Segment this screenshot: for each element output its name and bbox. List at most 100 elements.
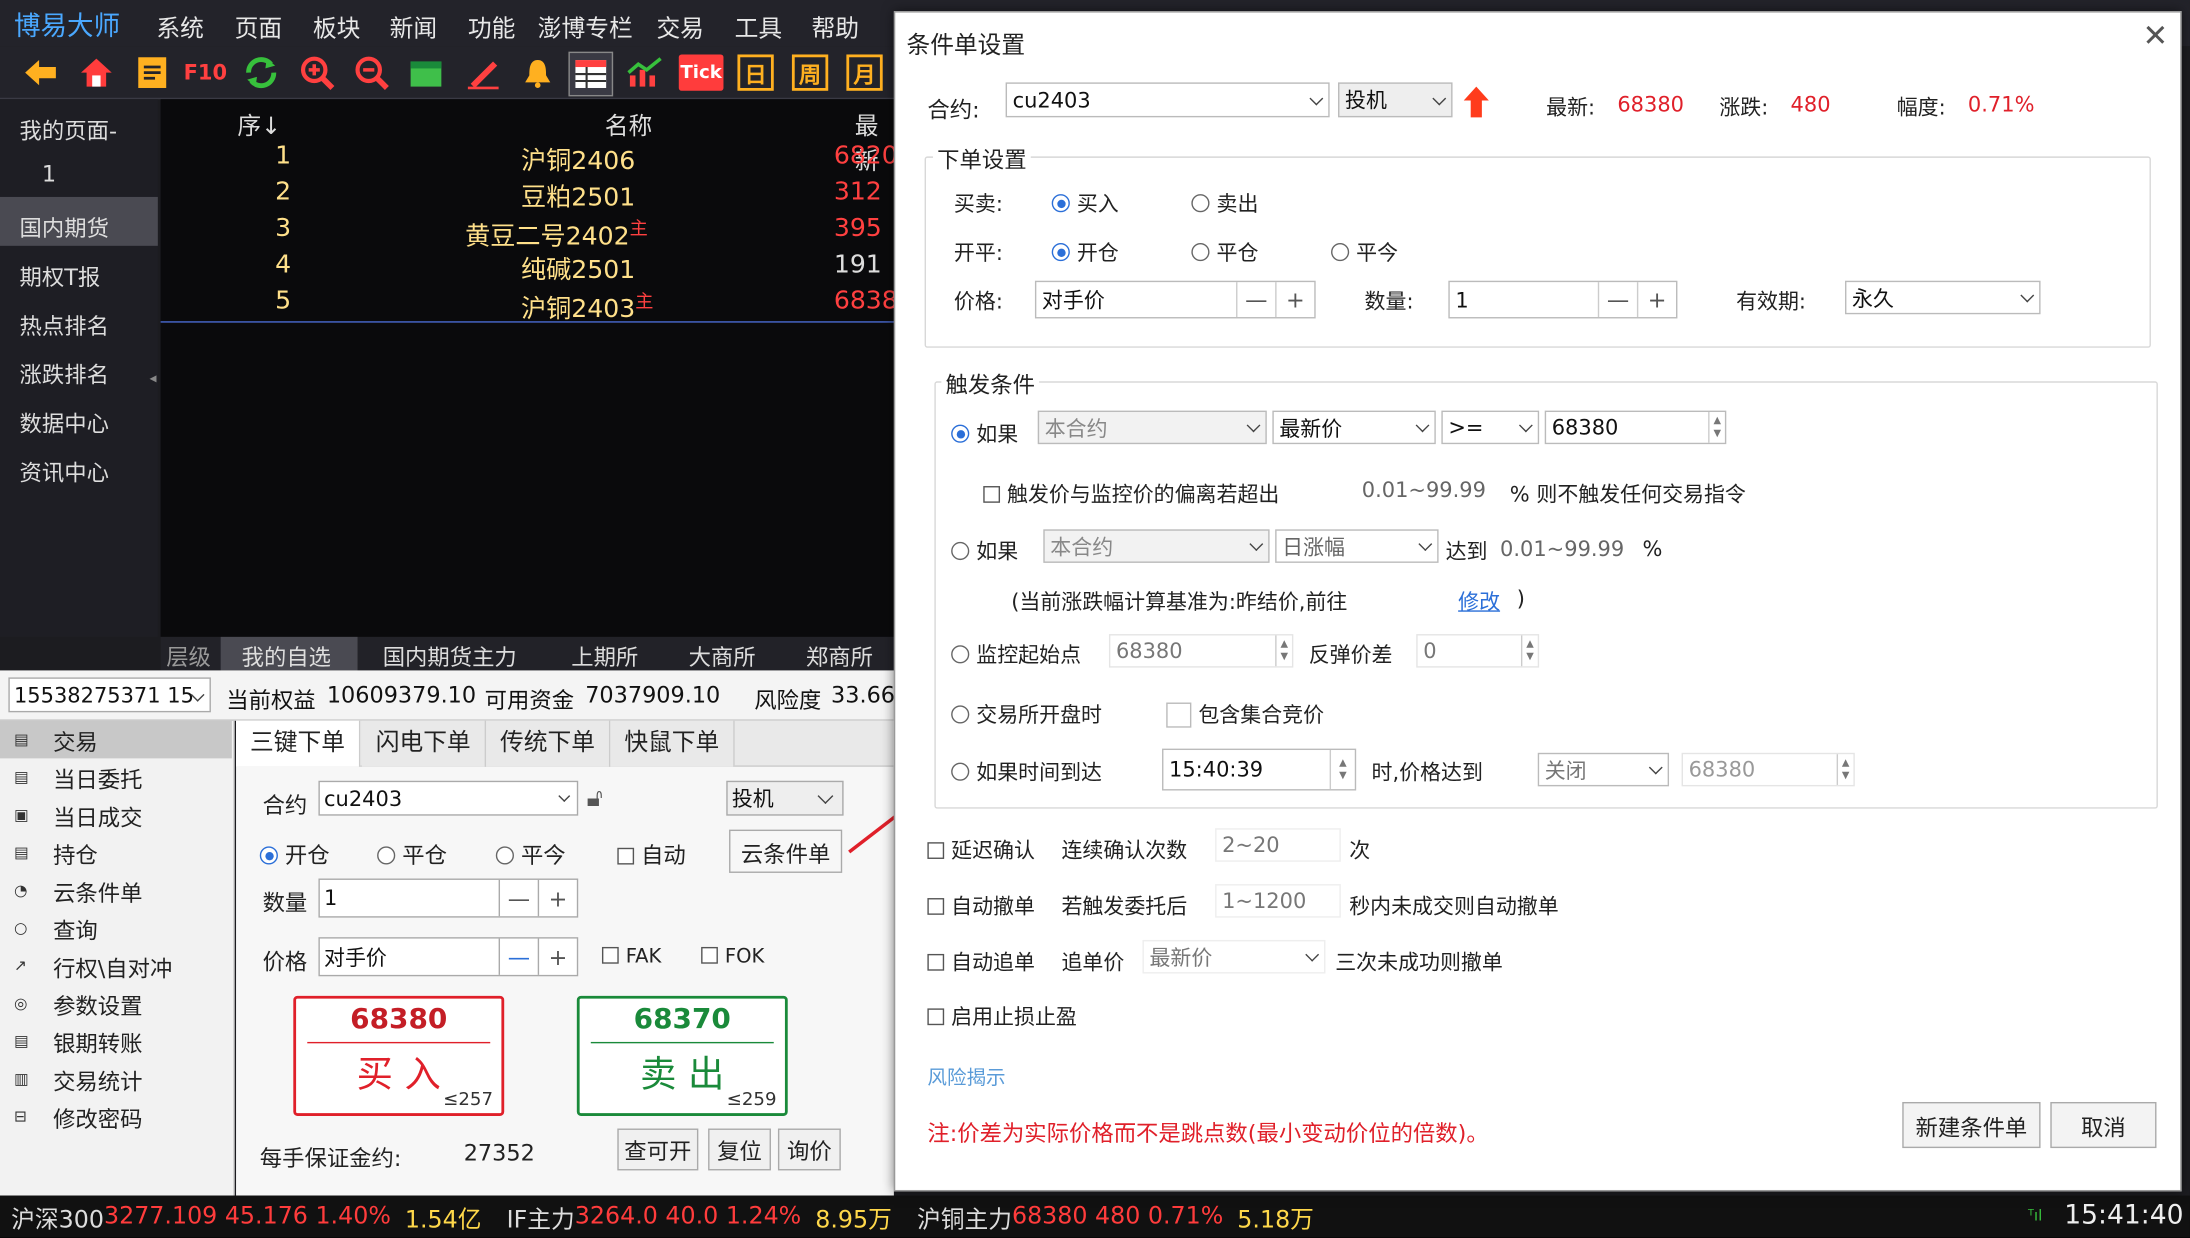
qty-input[interactable]: 1— +	[318, 878, 579, 918]
tab-flash[interactable]: 闪电下单	[361, 720, 487, 767]
check-auto-cancel[interactable]: 自动撤单	[927, 891, 1035, 920]
price-input[interactable]: 对手价 — +	[318, 937, 579, 977]
alert-bell-icon[interactable]	[517, 52, 559, 94]
tmenu-statistics[interactable]: ▥ 交易统计	[14, 1060, 232, 1098]
new-condition-order-button[interactable]: 新建条件单	[1902, 1101, 2041, 1149]
minus-button[interactable]: —	[498, 938, 538, 975]
auto-chase-select[interactable]: 最新价	[1142, 939, 1326, 974]
qty-input[interactable]: 1— +	[1448, 280, 1678, 319]
zoom-out-icon[interactable]	[351, 52, 393, 94]
change-field-select[interactable]: 日涨幅	[1275, 529, 1439, 563]
menu-page[interactable]: 页面	[235, 8, 282, 43]
check-auto-chase[interactable]: 自动追单	[927, 947, 1035, 976]
spinner-icon[interactable]: ▲ ▼	[1520, 635, 1538, 667]
month-button[interactable]: 月	[846, 54, 883, 91]
account-select[interactable]: 15538275371 15	[8, 677, 211, 713]
menu-tools[interactable]: 工具	[735, 8, 782, 43]
price-input[interactable]: 对手价 — +	[1034, 280, 1316, 319]
type-select[interactable]: 投机	[1338, 82, 1453, 118]
spinner-icon[interactable]: ▲ ▼	[1708, 412, 1725, 443]
sell-button[interactable]: 68370 卖 出 ≤259	[576, 995, 788, 1116]
menu-trade[interactable]: 交易	[656, 8, 703, 43]
radio-if-price[interactable]: 如果	[951, 419, 1018, 448]
menu-column[interactable]: 澎博专栏	[538, 8, 633, 43]
minus-button[interactable]: —	[1597, 282, 1637, 318]
tab-my-watchlist[interactable]: 我的自选	[220, 636, 358, 671]
check-auto[interactable]: 自动	[617, 837, 686, 871]
col-header-no[interactable]: 序↓	[237, 106, 281, 141]
monitor-input[interactable]: 68380 ▲ ▼	[1108, 634, 1294, 668]
rebound-input[interactable]: 0 ▲ ▼	[1416, 634, 1540, 668]
nav-hot-rank[interactable]: 热点排名	[20, 307, 109, 341]
radio-open[interactable]: 开仓	[1051, 237, 1119, 266]
modify-link[interactable]: 修改	[1458, 587, 1500, 616]
f10-button[interactable]: F10	[182, 54, 229, 90]
unlock-icon[interactable]: 🔓︎	[587, 784, 603, 813]
trend-chart-icon[interactable]	[624, 52, 666, 94]
contract-select[interactable]: cu2403	[1005, 82, 1330, 118]
draw-pen-icon[interactable]	[462, 52, 504, 94]
delay-input[interactable]: 2~20	[1215, 828, 1341, 862]
pct-range-input[interactable]: 0.01~99.99	[1500, 536, 1624, 561]
minus-button[interactable]: —	[1236, 282, 1275, 318]
zoom-in-icon[interactable]	[296, 52, 338, 94]
table-row[interactable]: 3 黄豆二号2402主 395	[161, 214, 894, 252]
spinner-icon[interactable]: ▲ ▼	[1329, 750, 1355, 790]
trigger-contract-select[interactable]: 本合约	[1037, 410, 1267, 445]
buy-button[interactable]: 68380 买 入 ≤257	[293, 995, 505, 1116]
check-include-auction[interactable]: 包含集合竞价	[1166, 700, 1324, 729]
tab-czce[interactable]: 郑商所	[806, 638, 873, 672]
nav-info-center[interactable]: 资讯中心	[20, 454, 109, 488]
tmenu-today-fills[interactable]: ▣ 当日成交	[14, 796, 232, 834]
plus-button[interactable]: +	[537, 879, 577, 917]
radio-close-today[interactable]: 平今	[1331, 237, 1398, 266]
reset-button[interactable]: 复位	[708, 1128, 771, 1171]
plus-button[interactable]: +	[1275, 282, 1314, 318]
nav-data-center[interactable]: 数据中心	[20, 405, 109, 439]
radio-time-reach[interactable]: 如果时间到达	[951, 757, 1102, 786]
radio-buy[interactable]: 买入	[1051, 189, 1119, 218]
tmenu-today-orders[interactable]: ▤ 当日委托	[14, 758, 232, 796]
trigger-operator-select[interactable]: >=	[1441, 410, 1540, 445]
tmenu-positions[interactable]: ▤ 持仓	[14, 834, 232, 872]
radio-close[interactable]: 平仓	[1191, 237, 1258, 266]
table-row[interactable]: 5 沪铜2403主 6838	[160, 286, 898, 324]
week-button[interactable]: 周	[791, 54, 829, 91]
check-fok[interactable]: FOK	[701, 946, 764, 968]
tmenu-cloud-orders[interactable]: ◔ 云条件单	[14, 872, 232, 910]
tmenu-exercise[interactable]: ↗ 行权\自对冲	[14, 947, 232, 985]
tab-quick-mouse[interactable]: 快鼠下单	[610, 720, 735, 767]
valid-select[interactable]: 永久	[1845, 280, 2041, 315]
refresh-icon[interactable]	[240, 52, 282, 94]
table-row[interactable]: 1 沪铜2406 6820	[161, 141, 898, 177]
radio-close[interactable]: 平仓	[377, 837, 447, 871]
quote-table-icon[interactable]	[568, 51, 614, 97]
deviation-input[interactable]: 0.01~99.99	[1354, 473, 1506, 507]
radio-if-change[interactable]: 如果	[951, 536, 1018, 565]
tab-three-key[interactable]: 三键下单	[236, 720, 361, 767]
radio-monitor[interactable]: 监控起始点	[951, 640, 1081, 669]
table-row[interactable]: 2 豆粕2501 312	[161, 177, 894, 213]
time-price-mode-select[interactable]: 关闭	[1537, 752, 1670, 787]
col-header-name[interactable]: 名称	[605, 106, 652, 141]
tmenu-trade[interactable]: ▤ 交易	[0, 720, 232, 759]
type-select[interactable]: 投机	[726, 780, 844, 816]
tab-domestic-main[interactable]: 国内期货主力	[383, 638, 517, 672]
spinner-icon[interactable]: ▲ ▼	[1836, 754, 1854, 785]
change-contract-select[interactable]: 本合约	[1043, 529, 1270, 563]
auto-cancel-input[interactable]: 1~1200	[1215, 884, 1341, 918]
tmenu-settings[interactable]: ◎ 参数设置	[14, 985, 232, 1023]
plus-button[interactable]: +	[1636, 282, 1676, 318]
tab-dce[interactable]: 大商所	[689, 638, 756, 672]
minus-button[interactable]: —	[498, 879, 538, 917]
radio-exchange-open[interactable]: 交易所开盘时	[951, 700, 1102, 729]
tmenu-change-password[interactable]: ⊟ 修改密码	[14, 1098, 232, 1136]
trigger-value-input[interactable]: 68380 ▲ ▼	[1544, 410, 1727, 445]
plus-button[interactable]: +	[537, 938, 577, 975]
radio-close-today[interactable]: 平今	[495, 837, 566, 871]
check-fak[interactable]: FAK	[601, 946, 661, 968]
table-row[interactable]: 4 纯碱2501 191	[161, 250, 894, 286]
ask-price-button[interactable]: 询价	[777, 1128, 841, 1171]
spinner-icon[interactable]: ▲ ▼	[1275, 635, 1292, 667]
check-deviation[interactable]: 触发价与监控价的偏离若超出	[983, 479, 1279, 508]
